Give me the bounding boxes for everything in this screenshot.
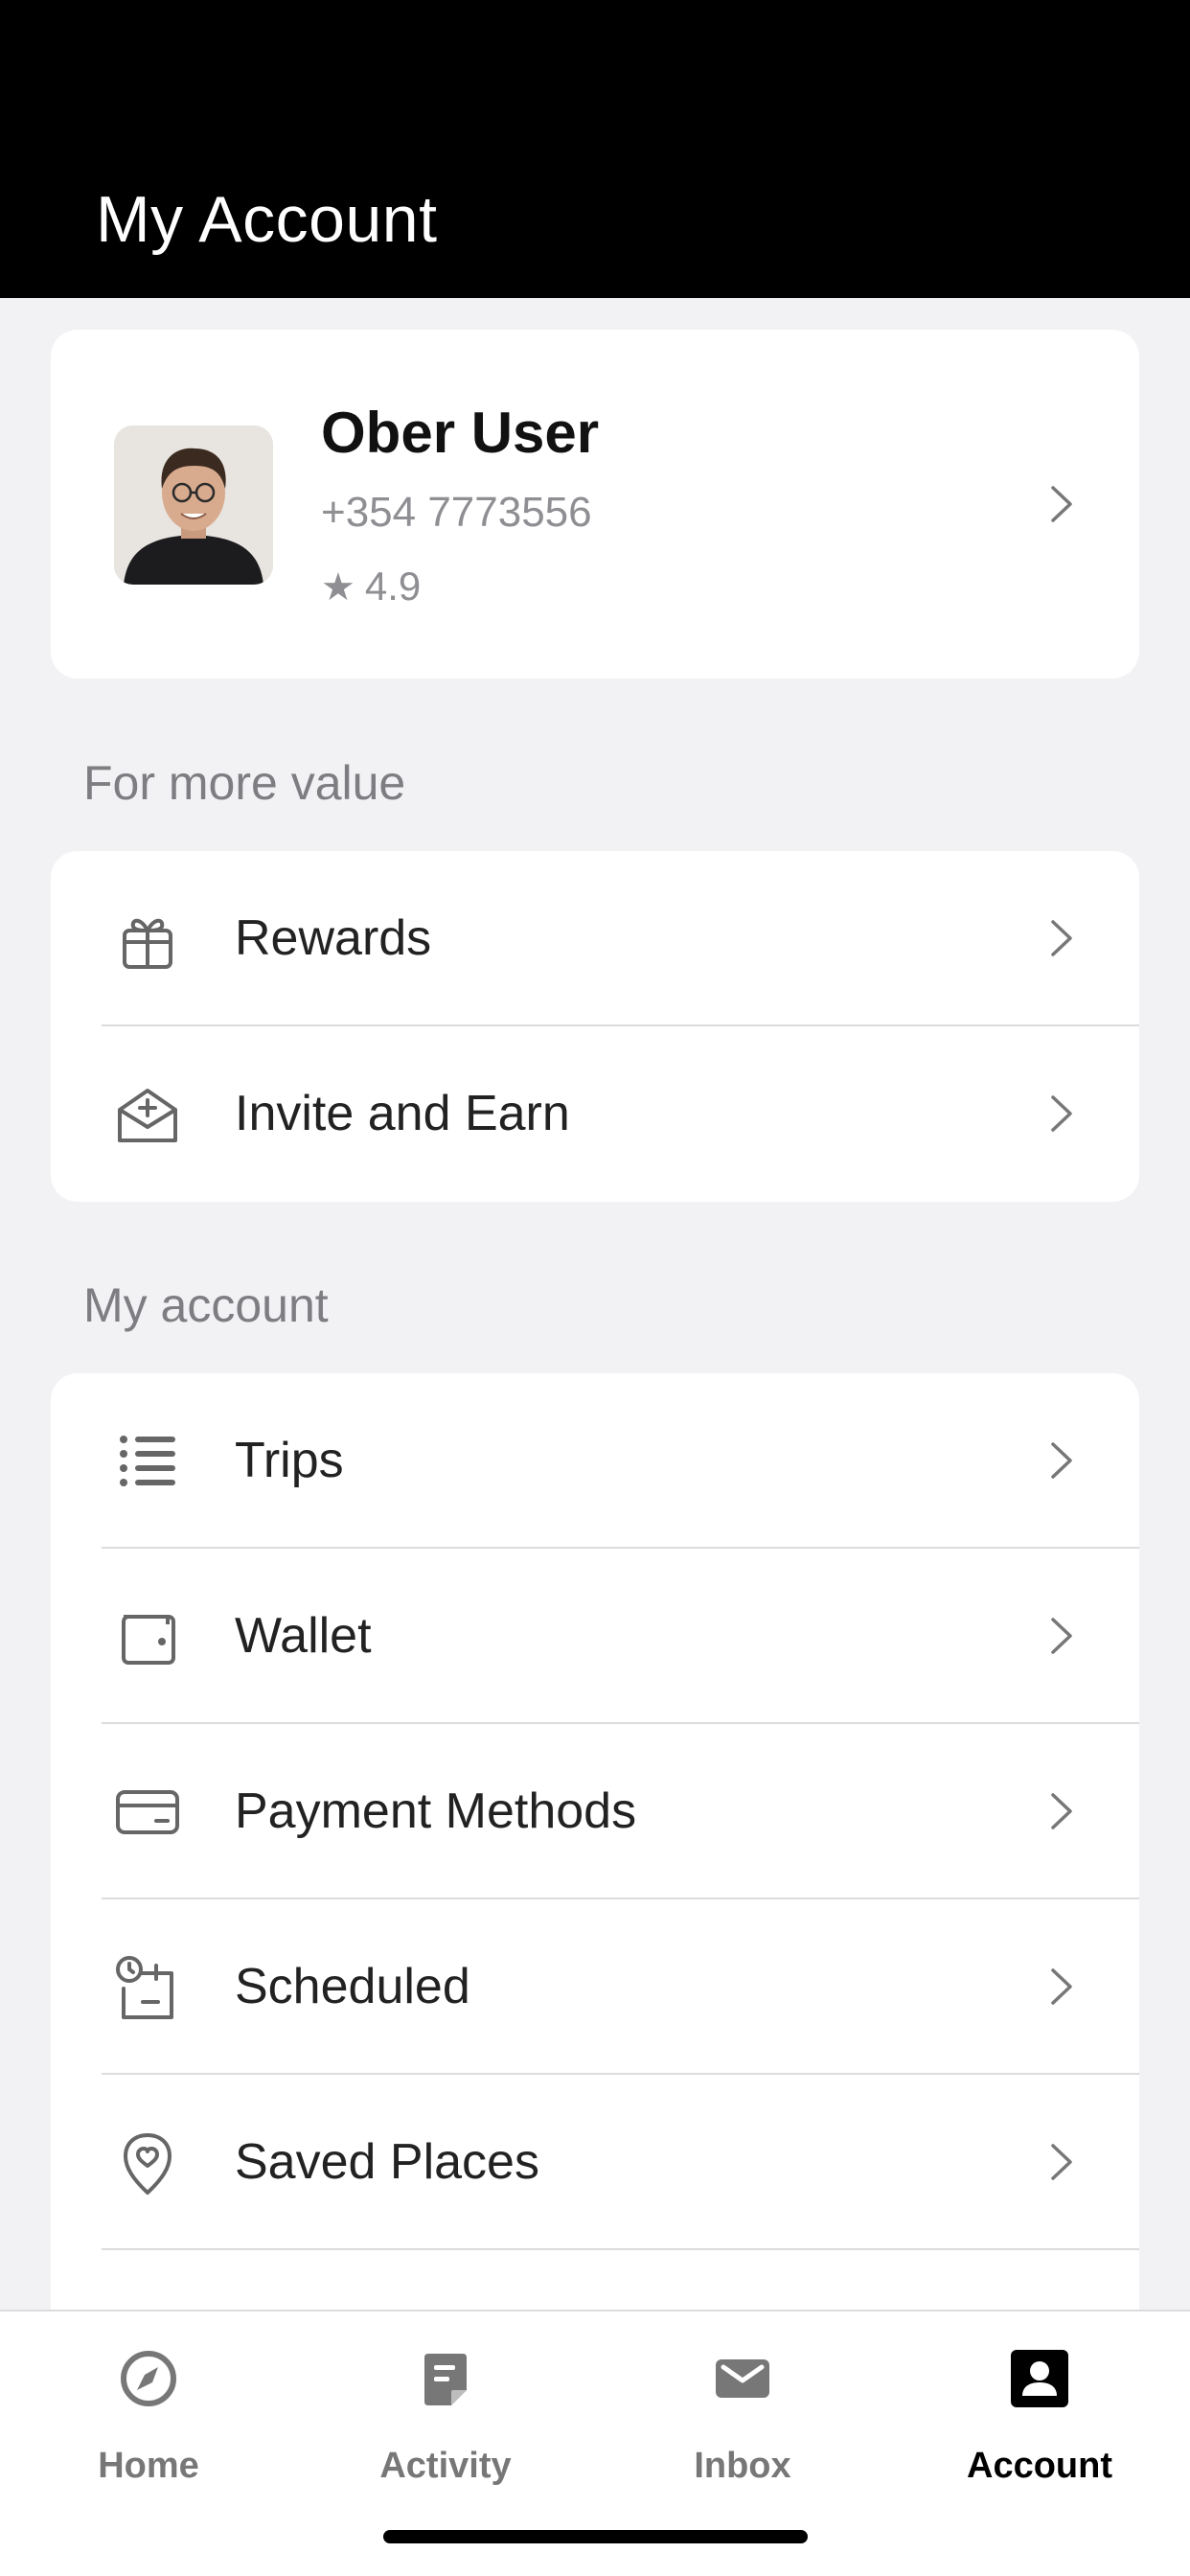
rating-value: 4.9 — [364, 564, 422, 609]
profile-rating: ★ 4.9 — [321, 564, 421, 610]
chevron-right-icon — [1051, 1095, 1072, 1132]
tab-home[interactable]: Home — [0, 2336, 297, 2486]
chevron-right-icon — [1051, 1968, 1072, 2005]
chevron-right-icon — [1051, 1442, 1072, 1479]
menu-item-label: Rewards — [235, 910, 432, 966]
tab-account[interactable]: Account — [891, 2336, 1188, 2486]
chevron-right-icon — [1051, 920, 1072, 956]
menu-item-scheduled[interactable]: Scheduled — [51, 1899, 1139, 2075]
chevron-right-icon — [1051, 486, 1072, 522]
profile-card[interactable]: Ober User +354 7773556 ★ 4.9 — [51, 330, 1139, 678]
section-label-more-value: For more value — [83, 756, 406, 810]
chevron-right-icon — [1051, 1618, 1072, 1654]
heart-pin-icon — [124, 2133, 172, 2195]
profile-name: Ober User — [321, 401, 600, 465]
account-icon — [1011, 2350, 1068, 2407]
menu-item-label: Saved Places — [235, 2134, 539, 2190]
compass-icon — [121, 2351, 176, 2406]
tab-label: Home — [98, 2446, 199, 2486]
chevron-right-icon — [1051, 2144, 1072, 2180]
credit-card-icon — [116, 1790, 179, 1834]
list-icon — [120, 1436, 175, 1486]
receipt-icon — [424, 2354, 467, 2405]
more-value-card: Rewards Invite and Earn — [51, 851, 1139, 1202]
divider — [102, 2248, 1139, 2250]
clock-calendar-icon — [116, 1956, 173, 2019]
gift-icon — [123, 918, 172, 969]
menu-item-label: Invite and Earn — [235, 1086, 570, 1141]
menu-item-payment-methods[interactable]: Payment Methods — [51, 1724, 1139, 1899]
mail-plus-icon — [118, 1089, 177, 1142]
page-title: My Account — [96, 183, 438, 256]
section-label-my-account: My account — [83, 1278, 329, 1332]
tab-activity[interactable]: Activity — [297, 2336, 594, 2486]
menu-item-label: Scheduled — [235, 1959, 470, 2014]
home-indicator — [383, 2530, 808, 2543]
menu-item-trips[interactable]: Trips — [51, 1373, 1139, 1549]
menu-item-rewards[interactable]: Rewards — [51, 851, 1139, 1026]
menu-item-wallet[interactable]: Wallet — [51, 1549, 1139, 1724]
tab-inbox[interactable]: Inbox — [594, 2336, 891, 2486]
tab-label: Account — [967, 2446, 1112, 2486]
my-account-card: Trips Wallet Payment Methods Scheduled S… — [51, 1373, 1139, 2351]
wallet-icon — [122, 1615, 175, 1665]
avatar — [114, 426, 273, 585]
tab-label: Inbox — [694, 2446, 791, 2486]
menu-item-label: Trips — [235, 1433, 344, 1488]
menu-item-label: Payment Methods — [235, 1783, 637, 1839]
profile-phone: +354 7773556 — [321, 489, 592, 536]
star-icon: ★ — [321, 566, 355, 609]
menu-item-saved-places[interactable]: Saved Places — [51, 2075, 1139, 2250]
tab-label: Activity — [379, 2446, 512, 2486]
menu-item-label: Wallet — [235, 1608, 372, 1664]
chevron-right-icon — [1051, 1793, 1072, 1829]
menu-item-invite-and-earn[interactable]: Invite and Earn — [51, 1026, 1139, 1202]
mail-icon — [716, 2359, 769, 2398]
app-header: My Account — [0, 0, 1190, 298]
